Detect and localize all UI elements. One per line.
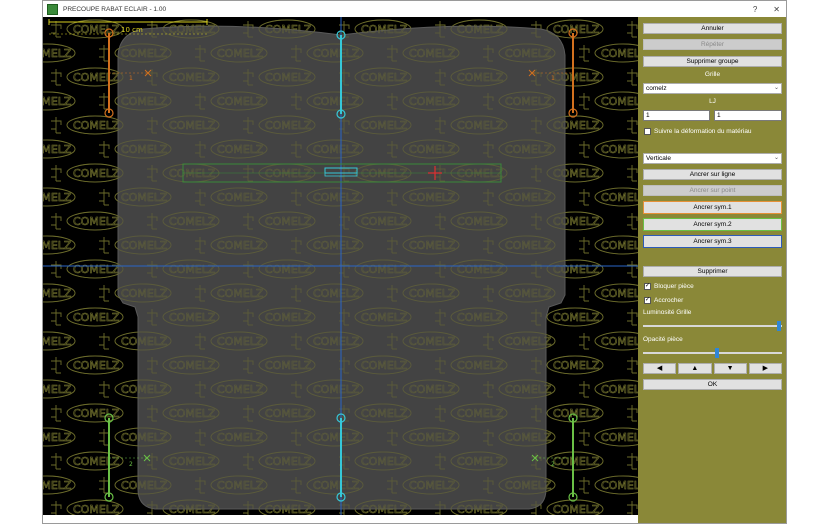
ancrer-sym1-button[interactable]: Ancrer sym.1 — [643, 201, 782, 214]
opacite-label: Opacité pièce — [643, 336, 683, 343]
grille-value: comelz — [646, 85, 667, 92]
opacite-thumb[interactable] — [714, 348, 719, 358]
grille-select[interactable]: comelz ⌄ — [643, 83, 782, 94]
control-panel: Annuler Répéter Supprimer groupe Grille … — [638, 17, 786, 523]
chevron-down-icon: ⌄ — [773, 155, 779, 161]
app-window: PRECOUPE RABAT ECLAIR - 1.00 ? ✕ COMELZ — [42, 0, 787, 524]
annuler-button[interactable]: Annuler — [643, 23, 782, 34]
canvas-drawing[interactable]: COMELZ COMELZ COMELZ — [43, 17, 638, 515]
drawing-canvas[interactable]: COMELZ COMELZ COMELZ — [43, 17, 638, 515]
nudge-arrows: ◀ ▲ ▼ ▶ — [643, 363, 782, 374]
close-button[interactable]: ✕ — [773, 5, 780, 14]
sym1-left-label: 1 — [129, 75, 133, 82]
luminosite-track — [643, 325, 782, 327]
scale-label: 10 cm — [121, 26, 143, 34]
arrow-up-button[interactable]: ▲ — [678, 363, 712, 374]
arrow-right-button[interactable]: ▶ — [748, 363, 782, 374]
bloquer-checkbox[interactable]: ✓ Bloquer pièce — [644, 281, 782, 291]
suivre-label: Suivre la déformation du matériau — [654, 127, 752, 135]
j-input[interactable]: 1 — [714, 110, 782, 121]
suivre-checkbox-box[interactable] — [644, 127, 651, 135]
bloquer-check-icon[interactable]: ✓ — [644, 282, 651, 290]
luminosite-slider[interactable] — [643, 321, 782, 331]
app-logo-icon — [47, 3, 58, 15]
supprimer-groupe-button[interactable]: Supprimer groupe — [643, 56, 782, 67]
arrow-left-button[interactable]: ◀ — [643, 363, 677, 374]
arrow-down-button[interactable]: ▼ — [713, 363, 747, 374]
orientation-select[interactable]: Verticale ⌄ — [643, 153, 782, 164]
ancrer-sym3-button[interactable]: Ancrer sym.3 — [643, 235, 782, 248]
opacite-slider[interactable] — [643, 348, 782, 358]
suivre-checkbox[interactable]: Suivre la déformation du matériau — [644, 126, 782, 136]
title-bar: PRECOUPE RABAT ECLAIR - 1.00 ? ✕ — [43, 1, 786, 17]
bloquer-label: Bloquer pièce — [654, 282, 694, 290]
window-title: PRECOUPE RABAT ECLAIR - 1.00 — [63, 5, 167, 13]
sym1-right-label: 1 — [551, 75, 555, 82]
help-button[interactable]: ? — [753, 5, 757, 14]
luminosite-label: Luminosité Grille — [643, 309, 692, 316]
chevron-down-icon: ⌄ — [773, 85, 779, 91]
ancrer-ligne-button[interactable]: Ancrer sur ligne — [643, 169, 782, 180]
sym2-right-label: 2 — [551, 461, 555, 468]
grille-label: Grille — [704, 71, 721, 78]
repeter-button[interactable]: Répéter — [643, 39, 782, 50]
ancrer-sym2-button[interactable]: Ancrer sym.2 — [643, 218, 782, 231]
accrocher-label: Accrocher — [654, 296, 684, 304]
accrocher-check-icon[interactable]: ✓ — [644, 296, 651, 304]
lj-label: LJ — [709, 98, 716, 105]
opacite-track — [643, 352, 782, 354]
sym2-left-label: 2 — [129, 461, 133, 468]
orientation-value: Verticale — [646, 155, 671, 162]
supprimer-button[interactable]: Supprimer — [643, 266, 782, 277]
ancrer-point-button[interactable]: Ancrer sur point — [643, 185, 782, 196]
luminosite-thumb[interactable] — [777, 321, 782, 331]
accrocher-checkbox[interactable]: ✓ Accrocher — [644, 295, 782, 305]
ok-button[interactable]: OK — [643, 379, 782, 390]
l-input[interactable]: 1 — [643, 110, 710, 121]
